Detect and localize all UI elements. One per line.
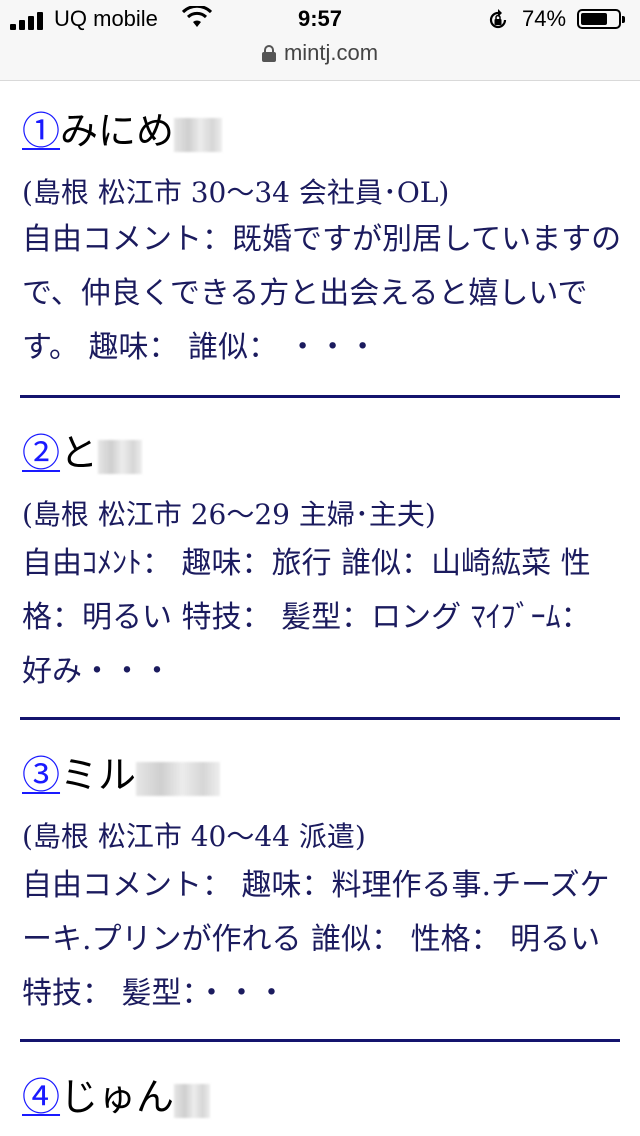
lock-icon	[261, 45, 276, 62]
entry-link[interactable]: ①	[22, 109, 60, 153]
divider	[20, 395, 620, 398]
divider	[20, 1039, 620, 1042]
entry-comment: 自由コメント：既婚ですが別居していますので、仲良くできる方と出会えると嬉しいです…	[22, 222, 622, 365]
blurred-name	[136, 761, 221, 796]
divider	[20, 717, 620, 720]
entry-name: じゅん	[60, 1075, 175, 1119]
entry-title: ①みにめ	[22, 109, 223, 153]
battery-percent: 74%	[522, 6, 567, 31]
entry-title: ③ミル	[22, 753, 221, 797]
entry-title: ②と	[22, 431, 143, 475]
entry-link[interactable]: ②	[22, 431, 60, 475]
rotation-lock-icon	[489, 9, 507, 29]
url-text[interactable]: mintj.com	[284, 40, 378, 65]
battery-icon	[577, 9, 625, 29]
blurred-name	[98, 439, 143, 474]
status-bar: UQ mobile 9:57 74% mintj.com	[0, 0, 640, 81]
address-bar[interactable]: mintj.com	[0, 40, 640, 66]
entry-name: ミル	[60, 753, 137, 797]
entry-link[interactable]: ④	[22, 1075, 60, 1119]
entry-meta: (島根 松江市 26〜29 主婦･主夫)	[22, 498, 436, 531]
blurred-name	[174, 1083, 211, 1118]
entry-name: と	[60, 431, 99, 475]
entry-name: みにめ	[60, 109, 175, 153]
entry-link[interactable]: ③	[22, 753, 60, 797]
entry-meta: (島根 松江市 30〜34 会社員･OL)	[22, 176, 450, 209]
entry-comment: 自由ｺﾒﾝﾄ： 趣味：旅行 誰似：山崎紘菜 性格：明るい 特技： 髪型：ロング …	[22, 546, 591, 689]
entry-meta: (島根 松江市 40〜44 派遣)	[22, 820, 366, 853]
entry-comment: 自由コメント： 趣味：料理作る事.チーズケーキ.プリンが作れる 誰似： 性格： …	[22, 868, 610, 1011]
entry-title: ④じゅん	[22, 1075, 211, 1119]
blurred-name	[174, 117, 223, 152]
